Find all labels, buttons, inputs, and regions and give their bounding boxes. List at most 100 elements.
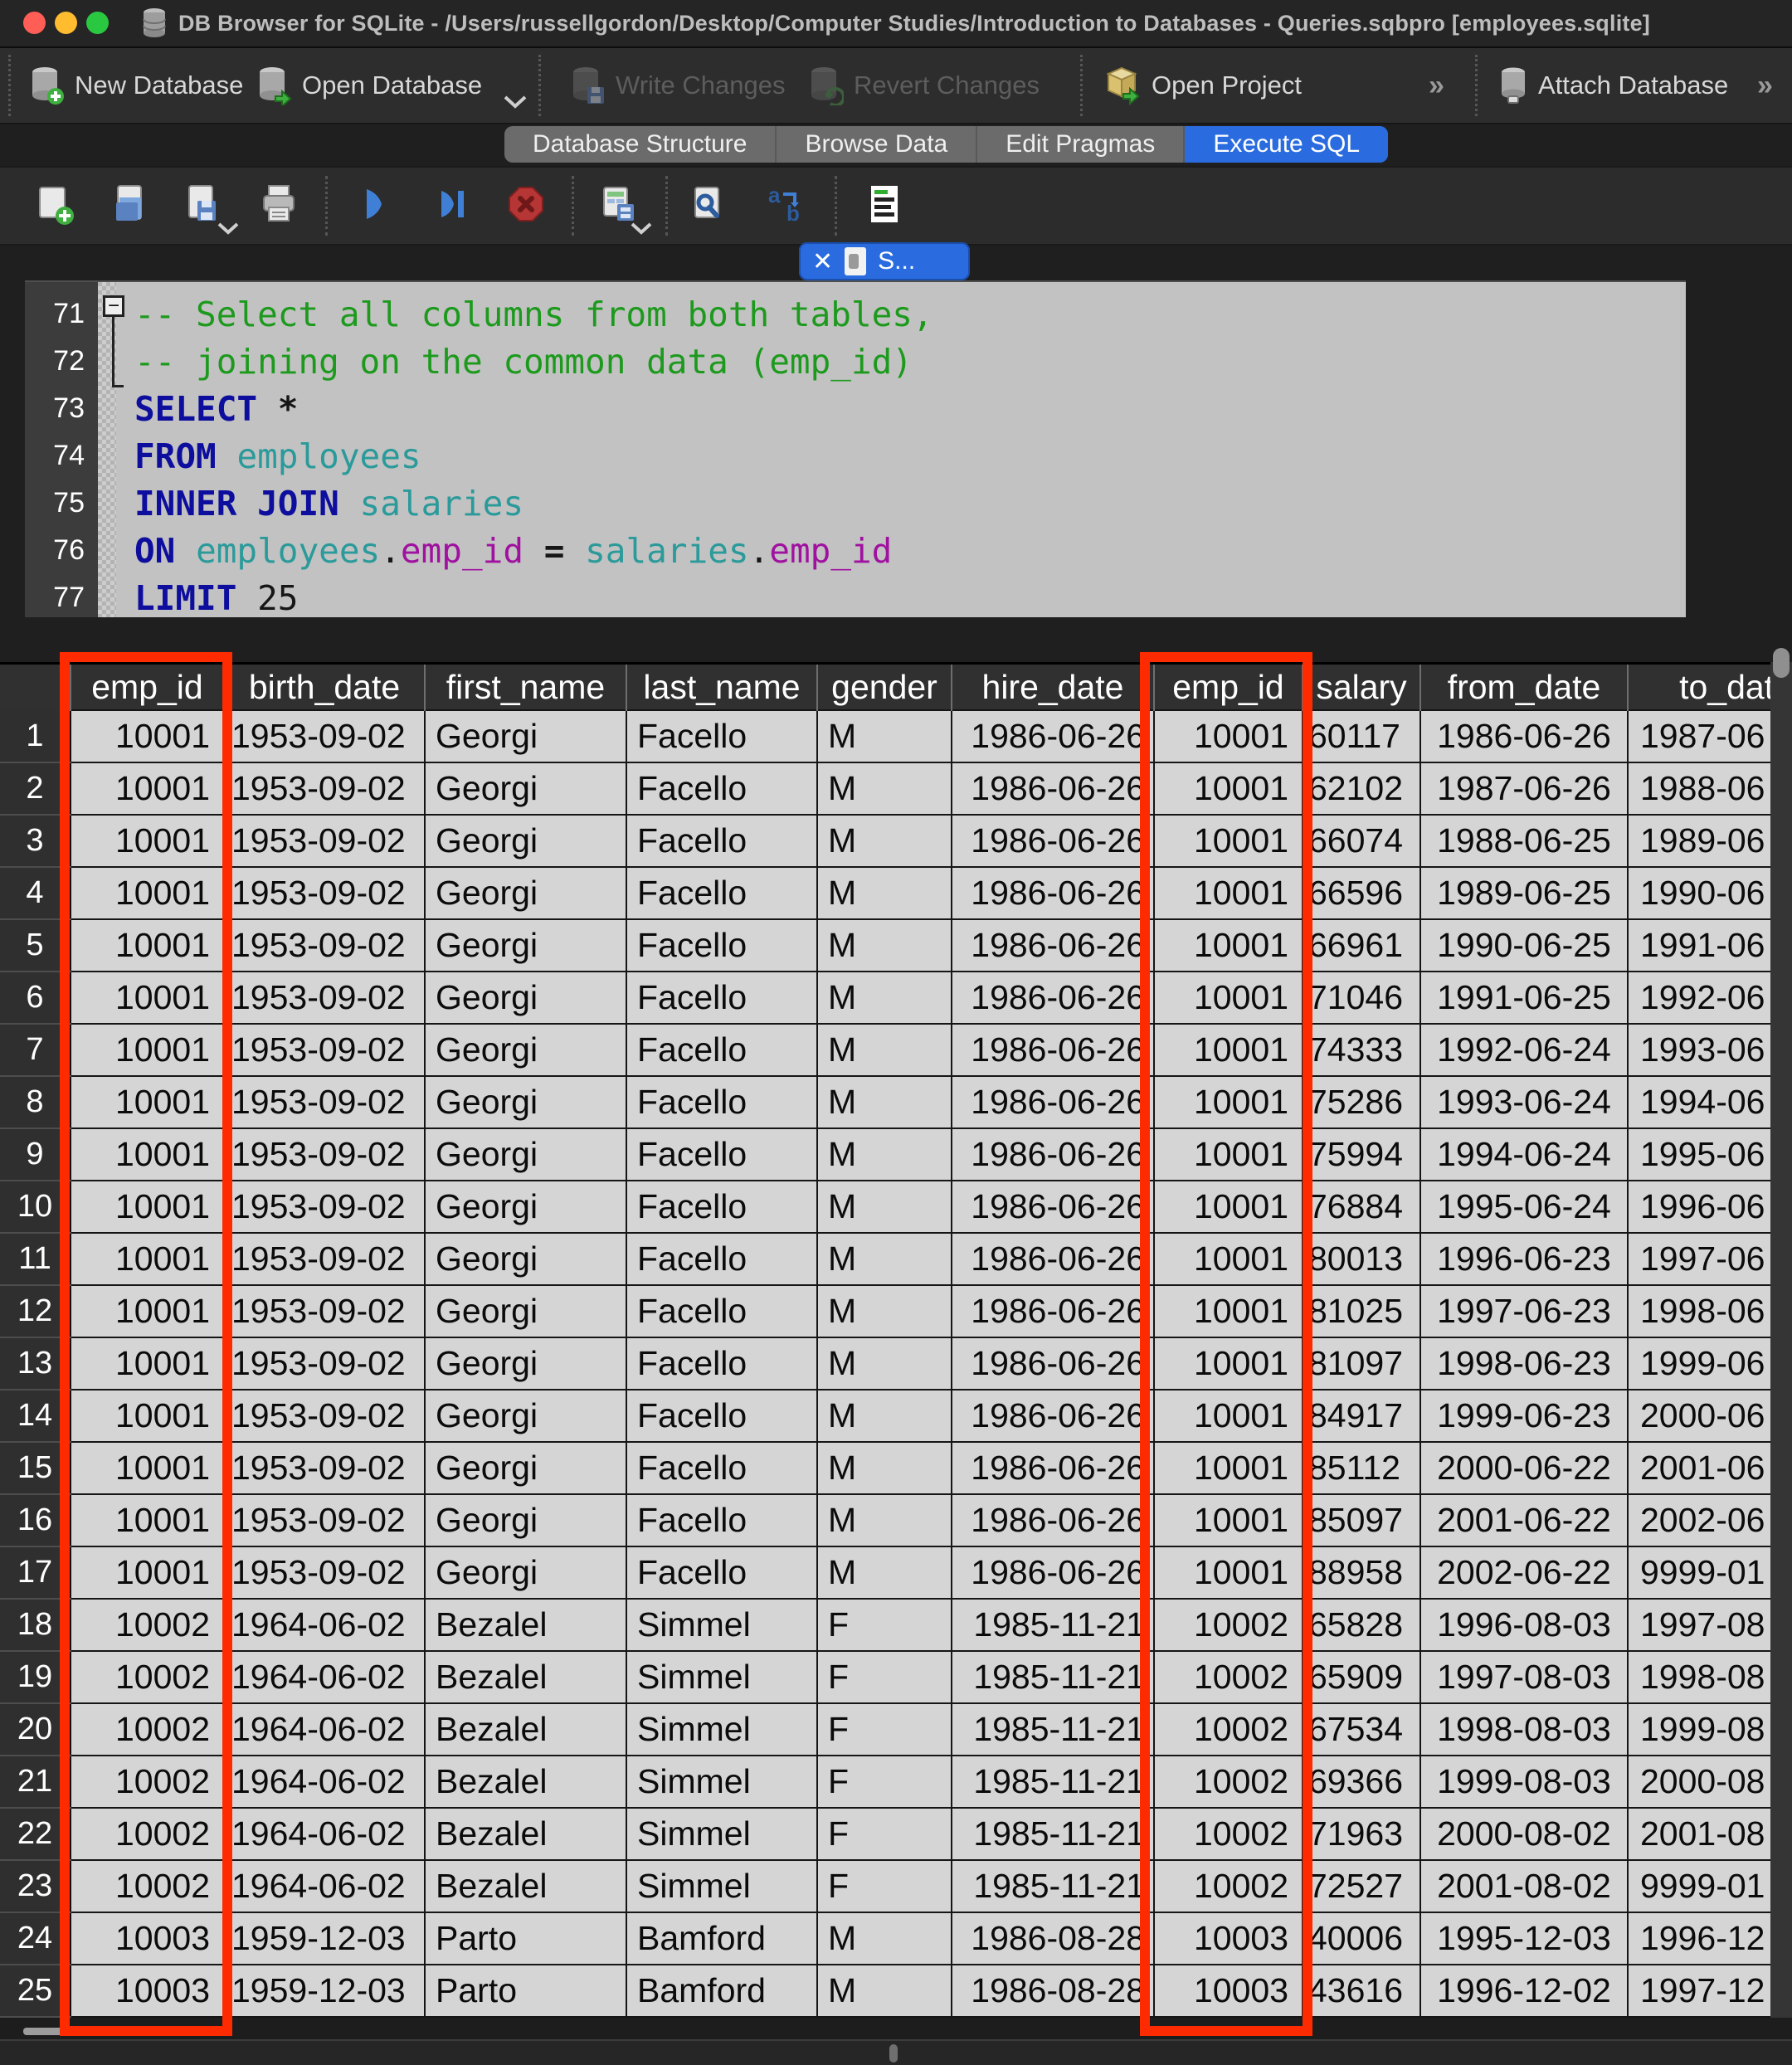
- table-cell[interactable]: Simmel: [626, 1808, 817, 1860]
- table-cell[interactable]: 40006: [1303, 1912, 1420, 1965]
- table-cell[interactable]: F: [817, 1860, 952, 1912]
- execute-all-icon[interactable]: [352, 181, 398, 227]
- table-cell[interactable]: Facello: [626, 710, 817, 762]
- table-cell[interactable]: 60117: [1303, 710, 1420, 762]
- table-cell[interactable]: 1988-06-25: [1420, 815, 1628, 867]
- table-cell[interactable]: 1998-08-03: [1420, 1703, 1628, 1756]
- table-cell[interactable]: Parto: [425, 1965, 626, 2017]
- open-database-button[interactable]: Open Database: [257, 48, 482, 123]
- table-cell[interactable]: 2001-06: [1628, 1442, 1770, 1494]
- table-cell[interactable]: Bezalel: [425, 1599, 626, 1651]
- table-cell[interactable]: 1987-06: [1628, 710, 1770, 762]
- table-cell[interactable]: 1964-06-02: [224, 1703, 425, 1756]
- table-cell[interactable]: M: [817, 1233, 952, 1285]
- fold-marker-icon[interactable]: −: [103, 295, 124, 317]
- grid-vertical-scrollbar[interactable]: [1770, 662, 1792, 2018]
- table-cell[interactable]: 88958: [1303, 1546, 1420, 1599]
- table-cell[interactable]: F: [817, 1703, 952, 1756]
- grid-vertical-scrollbar-handle[interactable]: [1773, 648, 1790, 678]
- table-cell[interactable]: M: [817, 1181, 952, 1233]
- table-cell[interactable]: 2001-06-22: [1420, 1494, 1628, 1546]
- table-cell[interactable]: 65909: [1303, 1651, 1420, 1703]
- table-cell[interactable]: 1997-06-23: [1420, 1285, 1628, 1337]
- table-cell[interactable]: 1996-06-23: [1420, 1233, 1628, 1285]
- table-cell[interactable]: Georgi: [425, 815, 626, 867]
- table-cell[interactable]: Facello: [626, 762, 817, 815]
- table-cell[interactable]: M: [817, 919, 952, 972]
- column-header-first_name[interactable]: first_name: [425, 665, 626, 710]
- table-cell[interactable]: 1964-06-02: [224, 1808, 425, 1860]
- table-cell[interactable]: 1953-09-02: [224, 815, 425, 867]
- table-cell[interactable]: Facello: [626, 1024, 817, 1076]
- table-cell[interactable]: Bezalel: [425, 1860, 626, 1912]
- attach-database-button[interactable]: Attach Database: [1498, 48, 1728, 123]
- column-header-birth_date[interactable]: birth_date: [224, 665, 425, 710]
- table-cell[interactable]: 1953-09-02: [224, 972, 425, 1024]
- table-cell[interactable]: 67534: [1303, 1703, 1420, 1756]
- table-cell[interactable]: M: [817, 1337, 952, 1390]
- table-cell[interactable]: M: [817, 815, 952, 867]
- table-cell[interactable]: 2001-08-02: [1420, 1860, 1628, 1912]
- code-line[interactable]: SELECT *: [134, 385, 1686, 432]
- column-header-last_name[interactable]: last_name: [626, 665, 817, 710]
- table-cell[interactable]: 2000-06-22: [1420, 1442, 1628, 1494]
- table-cell[interactable]: 1964-06-02: [224, 1860, 425, 1912]
- write-changes-button[interactable]: Write Changes: [571, 48, 785, 123]
- table-cell[interactable]: Bezalel: [425, 1756, 626, 1808]
- sql-code-area[interactable]: -- Select all columns from both tables,-…: [116, 282, 1686, 617]
- table-cell[interactable]: Georgi: [425, 919, 626, 972]
- table-cell[interactable]: 1989-06: [1628, 815, 1770, 867]
- table-cell[interactable]: 1953-09-02: [224, 1076, 425, 1128]
- table-cell[interactable]: 2000-08: [1628, 1756, 1770, 1808]
- column-header-from_date[interactable]: from_date: [1420, 665, 1628, 710]
- pane-splitter-grip[interactable]: [889, 2044, 898, 2063]
- table-cell[interactable]: 1991-06: [1628, 919, 1770, 972]
- table-cell[interactable]: Simmel: [626, 1651, 817, 1703]
- code-line[interactable]: -- Select all columns from both tables,: [134, 290, 1686, 338]
- table-cell[interactable]: 1997-12: [1628, 1965, 1770, 2017]
- table-cell[interactable]: 74333: [1303, 1024, 1420, 1076]
- table-cell[interactable]: 1986-06-26: [952, 815, 1154, 867]
- table-cell[interactable]: 1986-06-26: [952, 1546, 1154, 1599]
- table-cell[interactable]: M: [817, 1285, 952, 1337]
- table-cell[interactable]: 1986-06-26: [952, 972, 1154, 1024]
- table-cell[interactable]: F: [817, 1808, 952, 1860]
- table-cell[interactable]: 1999-06: [1628, 1337, 1770, 1390]
- code-line[interactable]: -- joining on the common data (emp_id): [134, 338, 1686, 385]
- table-cell[interactable]: 1953-09-02: [224, 1494, 425, 1546]
- table-cell[interactable]: Facello: [626, 867, 817, 919]
- table-cell[interactable]: 1997-08-03: [1420, 1651, 1628, 1703]
- table-cell[interactable]: 1992-06: [1628, 972, 1770, 1024]
- table-cell[interactable]: M: [817, 710, 952, 762]
- table-cell[interactable]: 2000-06: [1628, 1390, 1770, 1442]
- table-cell[interactable]: 1986-06-26: [952, 762, 1154, 815]
- table-cell[interactable]: 1953-09-02: [224, 1390, 425, 1442]
- table-cell[interactable]: 1999-06-23: [1420, 1390, 1628, 1442]
- table-cell[interactable]: 1991-06-25: [1420, 972, 1628, 1024]
- table-cell[interactable]: F: [817, 1599, 952, 1651]
- table-cell[interactable]: 1994-06-24: [1420, 1128, 1628, 1181]
- revert-changes-button[interactable]: Revert Changes: [809, 48, 1040, 123]
- table-cell[interactable]: 81025: [1303, 1285, 1420, 1337]
- table-cell[interactable]: 1993-06: [1628, 1024, 1770, 1076]
- table-cell[interactable]: 1953-09-02: [224, 1285, 425, 1337]
- table-cell[interactable]: 2001-08: [1628, 1808, 1770, 1860]
- table-cell[interactable]: 1994-06: [1628, 1076, 1770, 1128]
- table-cell[interactable]: M: [817, 867, 952, 919]
- table-cell[interactable]: 1996-12-02: [1420, 1965, 1628, 2017]
- table-cell[interactable]: 1953-09-02: [224, 1128, 425, 1181]
- table-cell[interactable]: 1992-06-24: [1420, 1024, 1628, 1076]
- table-cell[interactable]: 66961: [1303, 919, 1420, 972]
- table-cell[interactable]: Georgi: [425, 1128, 626, 1181]
- table-cell[interactable]: Parto: [425, 1912, 626, 1965]
- table-cell[interactable]: 2000-08-02: [1420, 1808, 1628, 1860]
- table-cell[interactable]: 1953-09-02: [224, 1024, 425, 1076]
- table-cell[interactable]: Georgi: [425, 1233, 626, 1285]
- table-cell[interactable]: 71046: [1303, 972, 1420, 1024]
- table-cell[interactable]: 1953-09-02: [224, 1546, 425, 1599]
- tab-edit-pragmas[interactable]: Edit Pragmas: [977, 126, 1185, 163]
- table-cell[interactable]: M: [817, 1076, 952, 1128]
- table-cell[interactable]: 62102: [1303, 762, 1420, 815]
- table-cell[interactable]: Bezalel: [425, 1808, 626, 1860]
- table-cell[interactable]: F: [817, 1651, 952, 1703]
